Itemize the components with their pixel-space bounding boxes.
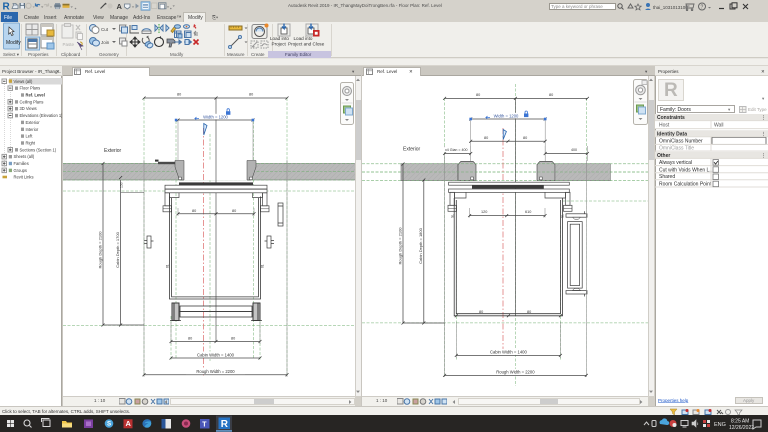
svg-text:Ref. Level: Ref. Level <box>26 93 45 98</box>
svg-text:80: 80 <box>249 93 253 97</box>
svg-text:Project and Close: Project and Close <box>288 42 325 47</box>
svg-text:OmniClass Number: OmniClass Number <box>659 139 703 145</box>
svg-text:Ceiling Plans: Ceiling Plans <box>20 99 44 104</box>
svg-text:Right: Right <box>26 141 36 146</box>
svg-text:80: 80 <box>549 93 553 97</box>
svg-text:150: 150 <box>120 182 124 188</box>
svg-text:ENG: ENG <box>714 422 726 428</box>
svg-text:R: R <box>3 2 11 13</box>
svg-text:3D Views: 3D Views <box>20 106 37 111</box>
svg-text:S: S <box>107 421 111 428</box>
svg-text:x4 Gian = 400: x4 Gian = 400 <box>445 148 467 152</box>
svg-text:Join: Join <box>101 40 110 45</box>
svg-text:?: ? <box>701 5 704 11</box>
svg-text:A: A <box>117 2 123 11</box>
svg-text:Rough Depth = 2100: Rough Depth = 2100 <box>98 231 103 269</box>
svg-text:Project: Project <box>272 42 287 47</box>
svg-text:80: 80 <box>192 209 196 213</box>
svg-text:Constraints: Constraints <box>657 115 685 121</box>
svg-text:Host: Host <box>659 122 670 128</box>
svg-text:Elevations (Elevation 1): Elevations (Elevation 1) <box>20 113 63 118</box>
svg-text:Families: Families <box>14 161 29 166</box>
svg-text:Width = 1200: Width = 1200 <box>494 113 519 118</box>
svg-text:Load into: Load into <box>294 36 313 41</box>
svg-text:610: 610 <box>525 210 531 214</box>
svg-text:80: 80 <box>232 209 236 213</box>
svg-text:Room Calculation Point: Room Calculation Point <box>659 181 712 187</box>
svg-text:Cabin Width = 1400: Cabin Width = 1400 <box>490 350 528 355</box>
svg-text:Paste: Paste <box>63 42 75 47</box>
svg-text:Width = 1200: Width = 1200 <box>203 114 228 119</box>
svg-text:120: 120 <box>481 210 487 214</box>
svg-text:Sheets (all): Sheets (all) <box>14 154 35 159</box>
svg-text:Exterior: Exterior <box>26 120 41 125</box>
svg-text:Wall: Wall <box>714 122 724 128</box>
svg-text:SL: SL <box>561 214 565 218</box>
svg-text:Groups: Groups <box>14 168 27 173</box>
svg-text:80: 80 <box>476 93 480 97</box>
svg-text:Rough Depth = 2100: Rough Depth = 2100 <box>398 227 403 265</box>
svg-text:Sections (Section 1): Sections (Section 1) <box>20 147 57 152</box>
svg-text:80: 80 <box>484 136 488 140</box>
svg-text:80: 80 <box>479 310 483 314</box>
svg-text:T: T <box>202 421 207 428</box>
svg-text:Rough Width = 2200: Rough Width = 2200 <box>196 369 235 374</box>
svg-text:Views (all): Views (all) <box>14 79 33 84</box>
svg-text:Cabin Width = 1400: Cabin Width = 1400 <box>197 352 235 357</box>
svg-text:Exterior: Exterior <box>403 147 421 153</box>
svg-text:R: R <box>221 419 229 430</box>
svg-text:Revit Links: Revit Links <box>14 175 34 180</box>
svg-text:80: 80 <box>523 136 527 140</box>
svg-text:81: 81 <box>166 264 170 268</box>
svg-text:A: A <box>126 419 132 428</box>
svg-text:8:25 AM: 8:25 AM <box>731 419 749 425</box>
svg-text:81: 81 <box>261 264 265 268</box>
svg-text:Interior: Interior <box>26 127 39 132</box>
svg-text:80: 80 <box>231 337 235 341</box>
svg-text:Cabin Depth = 1800: Cabin Depth = 1800 <box>418 227 423 263</box>
svg-text:80: 80 <box>177 93 181 97</box>
svg-text:12/26/2022: 12/26/2022 <box>729 425 754 431</box>
svg-text:Left: Left <box>26 134 34 139</box>
svg-text:80: 80 <box>527 310 531 314</box>
svg-text:thai_1031013100: thai_1031013100 <box>653 5 688 10</box>
svg-text:Cabin Depth = 1700: Cabin Depth = 1700 <box>115 231 120 267</box>
svg-text:Rough Width = 2200: Rough Width = 2200 <box>496 370 535 375</box>
svg-text:Cut: Cut <box>101 27 109 32</box>
svg-text:Load into: Load into <box>270 36 289 41</box>
svg-text:80: 80 <box>188 337 192 341</box>
svg-text:Floor Plans: Floor Plans <box>20 86 41 91</box>
svg-text:Modify: Modify <box>6 40 21 46</box>
svg-text:Exterior: Exterior <box>104 148 122 154</box>
svg-text:SL: SL <box>451 214 455 218</box>
svg-text:400: 400 <box>571 148 577 152</box>
